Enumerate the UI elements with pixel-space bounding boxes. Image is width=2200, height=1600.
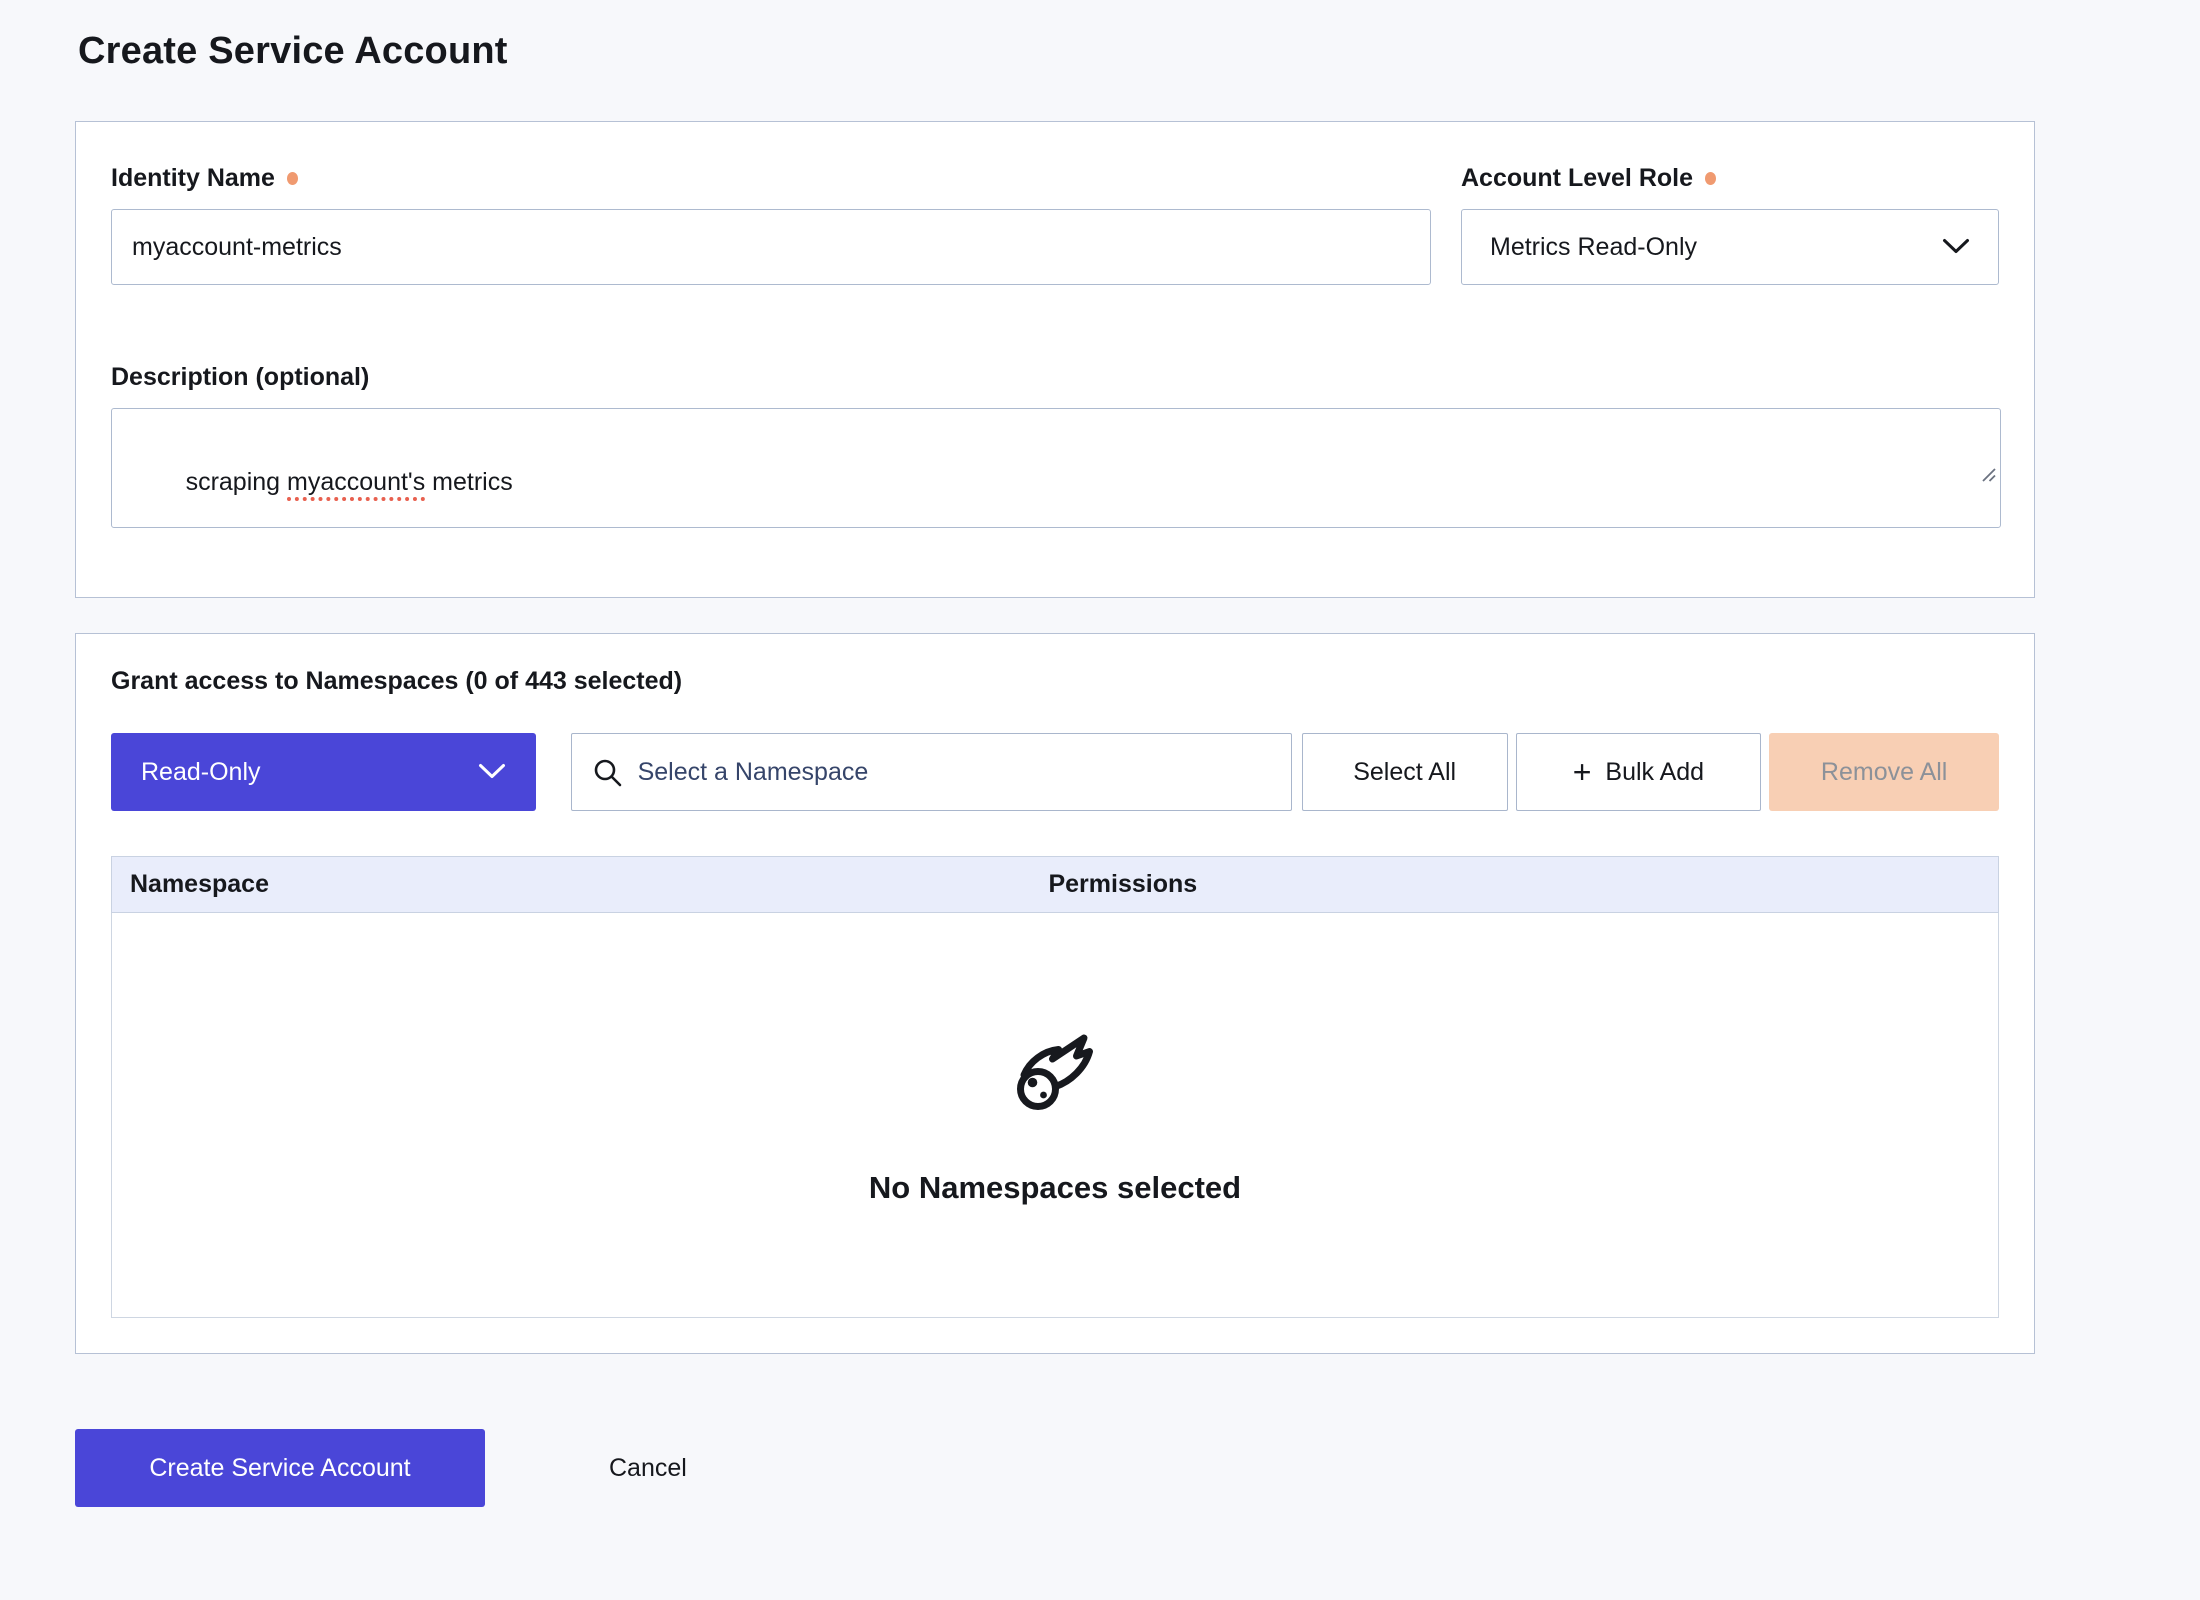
chevron-down-icon — [1942, 233, 1970, 262]
permission-role-value: Read-Only — [141, 758, 261, 787]
chevron-down-icon — [478, 758, 506, 787]
service-account-details-card: Identity Name Account Level Role Metrics… — [75, 121, 2035, 598]
remove-all-button[interactable]: Remove All — [1769, 733, 1999, 811]
bulk-add-button[interactable]: + Bulk Add — [1516, 733, 1762, 811]
namespace-access-card: Grant access to Namespaces (0 of 443 sel… — [75, 633, 2035, 1354]
identity-name-label: Identity Name — [111, 164, 1431, 193]
account-level-role-label: Account Level Role — [1461, 164, 1999, 193]
page-title: Create Service Account — [78, 30, 2200, 73]
form-actions: Create Service Account Cancel — [75, 1429, 2200, 1507]
namespace-toolbar: Read-Only Select All + Bulk Add Remove A… — [111, 733, 1999, 811]
select-all-button[interactable]: Select All — [1302, 733, 1508, 811]
identity-name-input[interactable] — [111, 209, 1431, 285]
comet-icon — [999, 1025, 1111, 1130]
namespaces-heading: Grant access to Namespaces (0 of 443 sel… — [111, 667, 1999, 696]
namespace-table-empty-state: No Namespaces selected — [111, 913, 1999, 1318]
create-service-account-button[interactable]: Create Service Account — [75, 1429, 485, 1507]
required-dot-icon — [1705, 172, 1716, 185]
misspelled-word: myaccount's — [287, 468, 425, 496]
required-dot-icon — [287, 172, 298, 185]
namespace-column-header: Namespace — [112, 870, 1048, 899]
account-level-role-select[interactable]: Metrics Read-Only — [1461, 209, 1999, 285]
namespace-search-input[interactable] — [571, 733, 1292, 811]
cancel-button[interactable]: Cancel — [603, 1453, 693, 1484]
create-service-account-page: Create Service Account Identity Name Acc… — [0, 0, 2200, 1600]
namespace-table-header: Namespace Permissions — [111, 856, 1999, 913]
plus-icon: + — [1573, 756, 1592, 788]
permission-role-dropdown[interactable]: Read-Only — [111, 733, 536, 811]
description-label: Description (optional) — [111, 363, 1999, 392]
permissions-column-header: Permissions — [1048, 870, 1998, 899]
empty-state-message: No Namespaces selected — [869, 1170, 1241, 1206]
resize-handle-icon[interactable] — [1911, 427, 1997, 525]
description-textarea[interactable]: scraping myaccount's metrics — [111, 408, 2001, 528]
account-level-role-value: Metrics Read-Only — [1490, 233, 1697, 262]
namespace-table: Namespace Permissions No Namespaces sele… — [111, 856, 1999, 1318]
